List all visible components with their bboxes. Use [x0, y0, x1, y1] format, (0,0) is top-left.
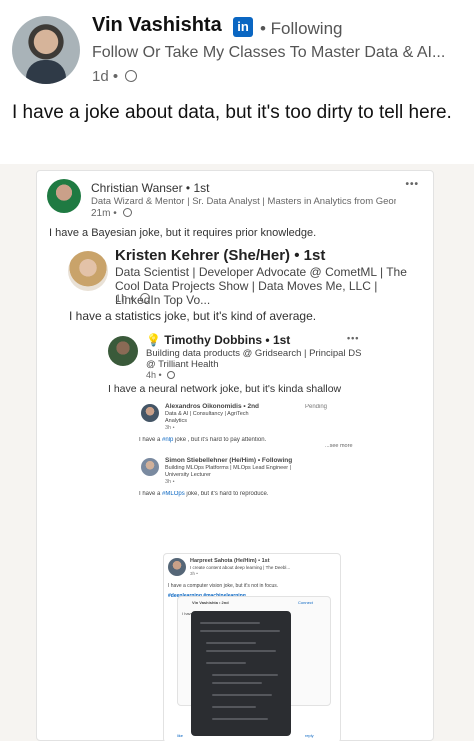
see-more-link[interactable]: ...see more — [325, 443, 353, 449]
comment-time: 1h • — [115, 293, 135, 305]
more-options-icon[interactable]: ••• — [347, 333, 359, 343]
like-link[interactable]: like — [177, 733, 183, 738]
text-line — [212, 674, 278, 676]
text-line — [212, 682, 262, 684]
comment-text-pre: I have a — [139, 491, 163, 497]
comment-time: 3h • — [190, 571, 198, 576]
comment-text-post: joke , but it's hard to pay attention. — [173, 437, 267, 443]
commenter-avatar[interactable] — [108, 336, 138, 366]
comment-card-level1: Christian Wanser • 1st Data Wizard & Men… — [36, 170, 434, 741]
commenter-headline: I create content about deep learning | T… — [190, 565, 291, 570]
comment-text: I have a #MLOps joke, but it's hard to r… — [139, 491, 269, 497]
post-time: 1d • — [92, 68, 119, 85]
post-text: I have a joke about data, but it's too d… — [12, 102, 452, 123]
comment-time: 21m • — [91, 208, 117, 219]
text-line — [200, 630, 280, 632]
commenter-avatar[interactable] — [141, 458, 159, 476]
commenter-name[interactable]: 💡 Timothy Dobbins • 1st — [146, 333, 290, 347]
commenter-name[interactable]: Kristen Kehrer (She/Her) • 1st — [115, 247, 325, 264]
comment-text: I have a statistics joke, but it's kind … — [69, 309, 317, 323]
globe-icon — [122, 208, 132, 217]
commenter-name[interactable]: Vin Vashishta • 2nd — [192, 600, 229, 605]
text-line — [212, 694, 272, 696]
hashtag-link[interactable]: #nlp — [162, 437, 173, 443]
commenter-headline-2: Analytics — [165, 418, 188, 424]
comment-text-pre: I have a — [139, 437, 163, 443]
nested-dark-screenshot — [191, 611, 291, 736]
commenter-name[interactable]: Harpreet Sahota (He/Him) • 1st — [190, 558, 270, 564]
text-line — [200, 622, 260, 624]
comment-text-post: joke, but it's hard to reproduce. — [184, 491, 269, 497]
connect-button[interactable]: Connect — [298, 600, 313, 605]
commenter-headline: Data Wizard & Mentor | Sr. Data Analyst … — [91, 196, 396, 207]
following-status[interactable]: • Following — [260, 19, 343, 39]
linkedin-icon: in — [233, 17, 253, 37]
embedded-image[interactable]: Christian Wanser • 1st Data Wizard & Men… — [0, 164, 474, 741]
text-line — [212, 706, 256, 708]
more-options-icon[interactable]: ••• — [405, 179, 419, 190]
globe-icon — [140, 293, 151, 303]
comment-text: I have a #nlp joke , but it's hard to pa… — [139, 437, 266, 443]
text-line — [206, 642, 256, 644]
hashtag-link[interactable]: #MLOps — [162, 491, 185, 497]
commenter-avatar[interactable] — [68, 251, 108, 291]
globe-icon — [125, 70, 138, 82]
comment-time: 4h • — [146, 370, 162, 380]
comment-text: I have a computer vision joke, but it's … — [168, 583, 279, 589]
comment-meta: 1h • — [115, 293, 151, 305]
post-header: Vin Vashishta in • Following Follow Or T… — [0, 0, 474, 100]
commenter-avatar[interactable] — [47, 179, 81, 213]
pending-status[interactable]: Pending — [305, 404, 327, 410]
comment-text: I have a Bayesian joke, but it requires … — [49, 227, 317, 239]
text-line — [212, 718, 268, 720]
author-headline: Follow Or Take My Classes To Master Data… — [92, 44, 446, 61]
lightbulb-icon: 💡 — [146, 333, 161, 347]
comment-text: I have a neural network joke, but it's k… — [108, 383, 342, 395]
text-line — [206, 662, 246, 664]
commenter-name[interactable]: Christian Wanser • 1st — [91, 181, 209, 195]
commenter-name-text: Timothy Dobbins • 1st — [164, 333, 291, 347]
commenter-headline: Building MLOps Platforms | MLOps Lead En… — [165, 465, 292, 471]
commenter-name[interactable]: Simon Stiebellehner (He/Him) • Following — [165, 457, 292, 464]
commenter-headline: Building data products @ Gridsearch | Pr… — [146, 348, 362, 370]
comment-time: 3h • — [165, 479, 175, 485]
comment-meta: 21m • — [91, 208, 132, 219]
reply-link[interactable]: reply — [305, 733, 314, 738]
globe-icon — [167, 371, 176, 379]
post-meta: 1d • — [92, 68, 138, 85]
comment-meta: 4h • — [146, 370, 176, 380]
commenter-headline: Data & AI | Consultancy | AgriTech — [165, 411, 249, 417]
commenter-avatar[interactable] — [141, 404, 159, 422]
comment-time: 3h • — [165, 425, 175, 431]
commenter-avatar[interactable] — [168, 558, 186, 576]
commenter-headline: Data Scientist | Developer Advocate @ Co… — [115, 265, 407, 307]
text-line — [206, 650, 276, 652]
commenter-name[interactable]: Alexandros Oikonomidis • 2nd — [165, 403, 259, 410]
author-name[interactable]: Vin Vashishta — [92, 14, 222, 37]
commenter-name-text: Kristen Kehrer (She/Her) • 1st — [115, 247, 326, 264]
author-avatar[interactable] — [12, 16, 80, 84]
commenter-headline-2: University Lecturer — [165, 472, 211, 478]
